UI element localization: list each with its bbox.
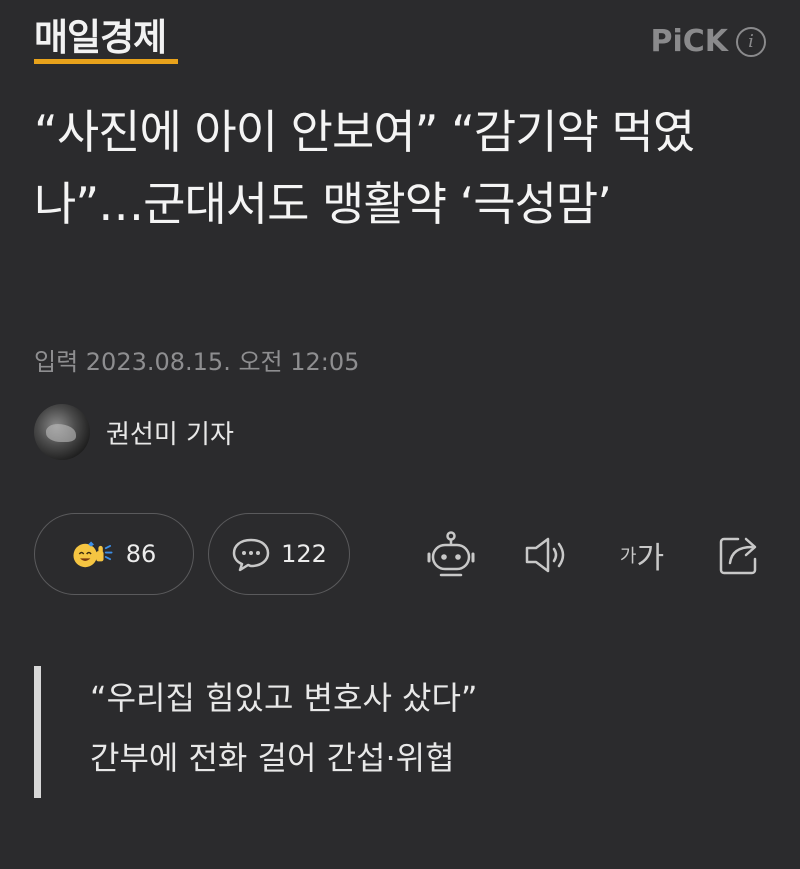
like-count: 86 [125,540,157,568]
action-bar: 86 122 [34,513,350,595]
subheadline: “우리집 힘있고 변호사 샀다” 간부에 전화 걸어 간섭·위협 [90,668,478,788]
font-size-small-label: 가 [619,546,637,567]
publish-date: 입력 2023.08.15. 오전 12:05 [34,348,360,376]
share-icon [719,537,757,575]
reporter-name[interactable]: 권선미 기자 [106,414,234,451]
logo-underline [34,59,178,64]
byline[interactable]: 권선미 기자 [34,404,234,460]
article-page: 매일경제 PiCK i “사진에 아이 안보여” “감기약 먹였나”…군대서도 … [0,0,800,869]
pick-badge[interactable]: PiCK i [650,24,766,59]
speaker-icon [525,537,565,573]
reporter-avatar[interactable] [34,404,90,460]
subheadline-line-1: “우리집 힘있고 변호사 샀다” [90,679,478,717]
like-emoji-icon [73,541,113,568]
font-size-large-label: 가 [636,541,665,576]
share-button[interactable] [714,528,766,580]
comment-icon [232,538,270,572]
pick-label: PiCK [650,24,728,59]
text-to-speech-button[interactable] [520,530,570,580]
comment-button[interactable]: 122 [208,513,350,595]
font-size-button[interactable]: 가가 [612,530,672,580]
ai-summary-button[interactable] [424,528,478,582]
reaction-button[interactable]: 86 [34,513,194,595]
robot-icon [427,531,475,577]
subheadline-line-2: 간부에 전화 걸어 간섭·위협 [90,739,455,777]
comment-count: 122 [281,540,327,568]
article-headline: “사진에 아이 안보여” “감기약 먹였나”…군대서도 맹활약 ‘극성맘’ [34,105,695,231]
info-icon[interactable]: i [736,26,766,57]
press-logo[interactable]: 매일경제 [34,14,167,62]
quote-bar [34,666,41,798]
